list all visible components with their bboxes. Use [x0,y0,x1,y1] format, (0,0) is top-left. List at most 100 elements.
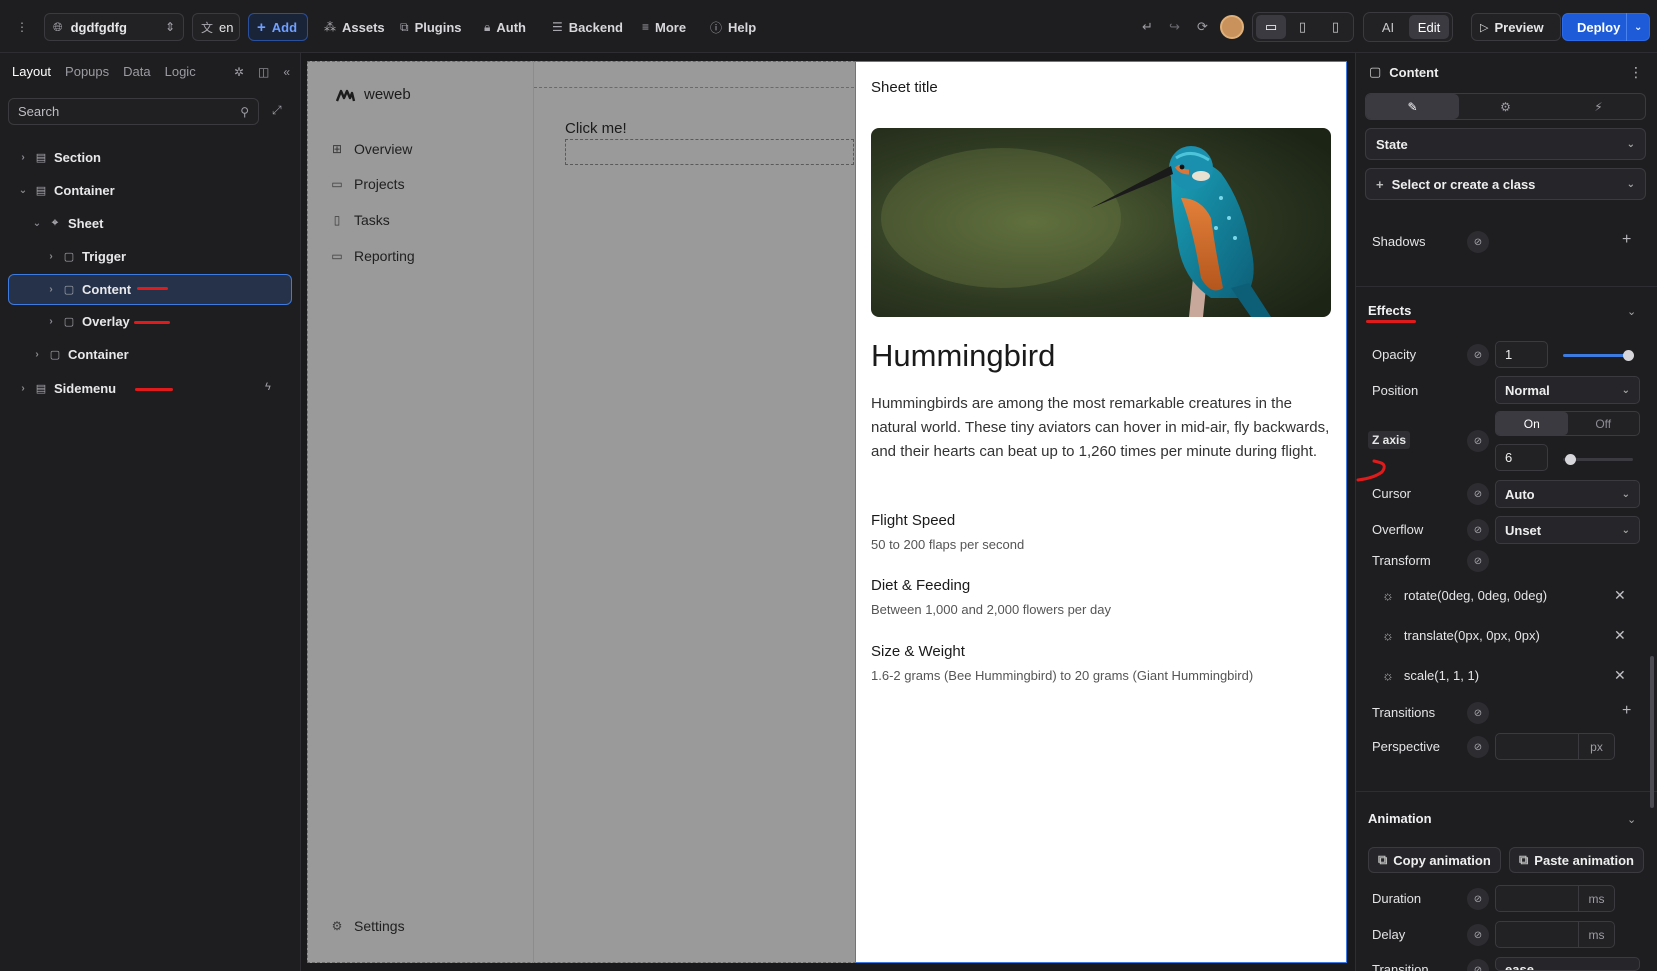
transition-select[interactable]: ease [1495,957,1640,971]
brush-icon[interactable]: ✎ [1366,94,1459,119]
chevron-right-icon[interactable]: › [46,251,56,262]
nav-reporting[interactable]: ▭ Reporting [330,248,414,264]
tab-layout[interactable]: Layout [12,64,51,79]
bind-icon[interactable]: ⊘ [1467,550,1489,572]
nav-projects[interactable]: ▭ Projects [330,176,404,192]
bind-icon[interactable]: ⊘ [1467,483,1489,505]
zaxis-on-button[interactable]: On [1496,412,1568,435]
tree-item-sheet[interactable]: ⌄ ⌖ Sheet [32,208,104,238]
bind-icon[interactable]: ⊘ [1467,702,1489,724]
chevron-down-icon[interactable]: ⌄ [32,218,42,229]
tree-item-section[interactable]: › ▤ Section [18,142,101,172]
position-select[interactable]: Normal ⌄ [1495,376,1640,404]
effects-section-title[interactable]: Effects [1368,303,1411,318]
chevron-down-icon[interactable]: ⌄ [1627,813,1636,826]
tree-item-label: Container [68,346,129,362]
chevron-down-icon[interactable]: ⌄ [18,185,28,196]
zaxis-slider-knob[interactable] [1565,454,1576,465]
plus-icon[interactable]: + [1622,231,1631,249]
plus-icon[interactable]: + [1622,702,1631,720]
desktop-icon[interactable]: ▭ [1256,15,1286,39]
overflow-select[interactable]: Unset ⌄ [1495,516,1640,544]
opacity-slider-knob[interactable] [1623,350,1634,361]
tree-item-container[interactable]: ⌄ ▤ Container [18,175,115,205]
preview-button[interactable]: ▷ Preview [1471,13,1561,41]
collapse-icon[interactable]: « [283,65,290,79]
tree-item-content[interactable]: › ▢ Content [46,274,131,304]
backend-button[interactable]: ☰ Backend [544,13,631,41]
workflow-icon[interactable]: ⚡︎ [1552,94,1645,119]
nav-overview[interactable]: ⊞ Overview [330,141,412,157]
bind-icon[interactable]: ⊘ [1467,519,1489,541]
panel-layout-icon[interactable]: ◫ [258,65,269,79]
animation-section-title[interactable]: Animation [1368,811,1432,826]
vertical-dots-icon[interactable]: ⋮ [1629,64,1643,81]
auth-button[interactable]: 🔒︎ Auth [476,13,534,41]
main-menu-button[interactable]: ⋮ [8,13,36,41]
cursor-select[interactable]: Auto ⌄ [1495,480,1640,508]
ai-mode-tab[interactable]: AI [1367,15,1409,39]
paste-animation-button[interactable]: ⧉ Paste animation [1509,847,1644,873]
transform-item[interactable]: ☼ rotate(0deg, 0deg, 0deg) [1382,588,1547,603]
project-selector[interactable]: 🌐︎ dgdfgdfg ⇕ [44,13,184,41]
close-icon[interactable]: ✕ [1614,667,1626,684]
plugins-button[interactable]: ⧉ Plugins [392,13,470,41]
close-icon[interactable]: ✕ [1614,627,1626,644]
opacity-input[interactable]: 1 [1495,341,1548,368]
chevron-down-icon[interactable]: ⌄ [1627,305,1636,318]
zaxis-off-button[interactable]: Off [1568,412,1640,435]
class-dropdown[interactable]: + Select or create a class ⌄ [1365,168,1646,200]
bind-icon[interactable]: ⊘ [1467,430,1489,452]
copy-animation-button[interactable]: ⧉ Copy animation [1368,847,1501,873]
chevron-down-icon: ⌄ [1621,524,1630,536]
close-icon[interactable]: ✕ [1614,587,1626,604]
bind-icon[interactable]: ⊘ [1467,888,1489,910]
transform-item[interactable]: ☼ translate(0px, 0px, 0px) [1382,628,1540,643]
tab-logic[interactable]: Logic [165,64,196,79]
more-button[interactable]: ≡ More [634,13,694,41]
add-button[interactable]: + Add [248,13,308,41]
search-input[interactable] [18,104,218,119]
deploy-button[interactable]: Deploy ⌄ [1562,13,1650,41]
tab-data[interactable]: Data [123,64,150,79]
tree-item-trigger[interactable]: › ▢ Trigger [46,241,126,271]
transform-item[interactable]: ☼ scale(1, 1, 1) [1382,668,1479,683]
tree-item-label: Sheet [68,215,104,231]
help-button[interactable]: ⓘ Help [702,13,764,41]
refresh-button[interactable]: ⟳ [1189,13,1216,41]
transition-label: Transition [1372,962,1429,971]
right-panel-scrollbar[interactable] [1650,656,1654,808]
mobile-icon[interactable]: ▯ [1319,15,1352,39]
user-avatar[interactable] [1220,15,1244,39]
bind-icon[interactable]: ⊘ [1467,924,1489,946]
edit-mode-tab[interactable]: Edit [1409,15,1449,39]
tab-popups[interactable]: Popups [65,64,109,79]
lightning-icon[interactable]: ϟ [265,381,271,393]
state-dropdown[interactable]: State ⌄ [1365,128,1646,160]
chevron-right-icon[interactable]: › [46,316,56,327]
tablet-icon[interactable]: ▯ [1286,15,1319,39]
paste-animation-label: Paste animation [1534,852,1634,868]
chevron-right-icon[interactable]: › [18,152,28,163]
zaxis-input[interactable]: 6 [1495,444,1548,471]
chevron-right-icon[interactable]: › [32,349,42,360]
undo-button[interactable]: ↵ [1134,13,1161,41]
bind-icon[interactable]: ⊘ [1467,231,1489,253]
nav-tasks[interactable]: ▯ Tasks [330,212,390,228]
chevron-right-icon[interactable]: › [18,383,28,394]
tree-item-sidemenu[interactable]: › ▤ Sidemenu [18,373,116,403]
language-selector[interactable]: 文 en [192,13,240,41]
bind-icon[interactable]: ⊘ [1467,736,1489,758]
expand-icon[interactable]: ⤢ [272,103,282,118]
chevron-right-icon[interactable]: › [46,284,56,295]
redo-button[interactable]: ↪ [1161,13,1188,41]
bind-icon[interactable]: ⊘ [1467,344,1489,366]
trigger-button-text[interactable]: Click me! [565,120,627,137]
settings-sliders-icon[interactable]: ⚙ [1459,94,1552,119]
nav-settings[interactable]: ⚙ Settings [330,918,405,934]
tree-item-container-2[interactable]: › ▢ Container [32,339,129,369]
bug-icon[interactable]: ✲ [234,65,244,79]
tree-item-overlay[interactable]: › ▢ Overlay [46,306,129,336]
chevron-down-icon[interactable]: ⌄ [1626,13,1649,41]
assets-button[interactable]: ⁂ Assets [316,13,393,41]
